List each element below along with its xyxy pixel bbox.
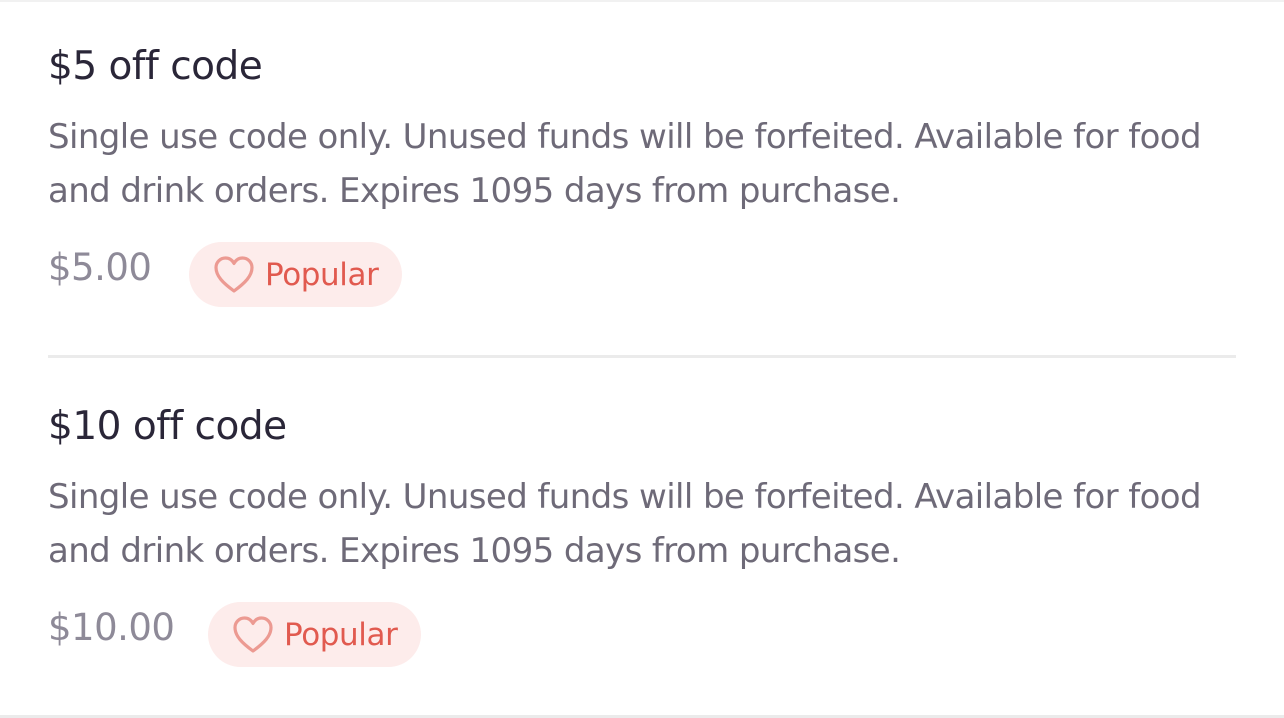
offer-item-5-off[interactable]: $5 off code Single use code only. Unused…	[48, 0, 1236, 356]
offer-title: $10 off code	[48, 404, 287, 449]
offer-description: Single use code only. Unused funds will …	[48, 117, 1202, 211]
offer-price: $5.00	[48, 246, 152, 289]
badge-label: Popular	[284, 616, 398, 653]
offer-description: Single use code only. Unused funds will …	[48, 477, 1202, 571]
heart-icon	[213, 255, 265, 295]
offer-item-10-off[interactable]: $10 off code Single use code only. Unuse…	[48, 358, 1236, 716]
popular-badge: Popular	[208, 602, 422, 667]
offer-title: $5 off code	[48, 44, 263, 89]
offer-list: $5 off code Single use code only. Unused…	[0, 0, 1284, 718]
offer-price: $10.00	[48, 606, 175, 649]
heart-icon	[232, 615, 284, 655]
badge-label: Popular	[265, 256, 379, 293]
popular-badge: Popular	[189, 242, 403, 307]
